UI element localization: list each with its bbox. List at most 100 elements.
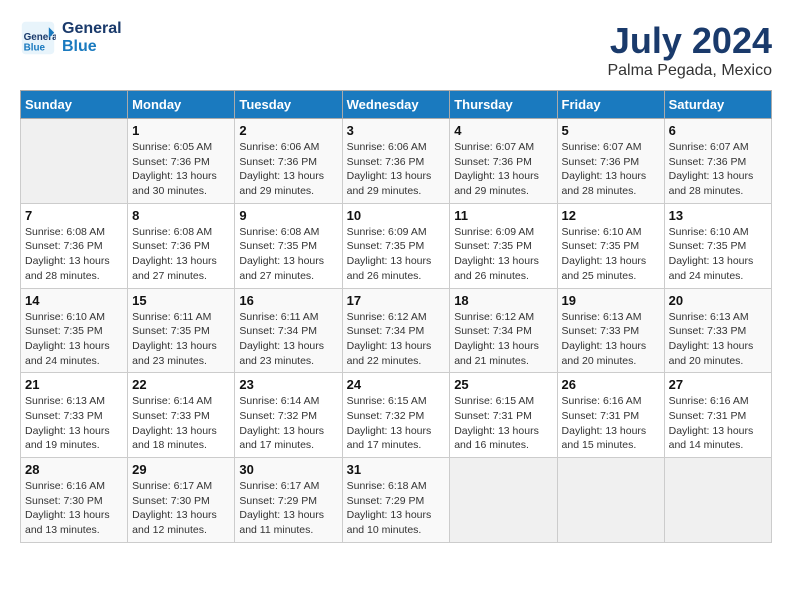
calendar-table: SundayMondayTuesdayWednesdayThursdayFrid… [20,90,772,543]
calendar-cell: 31Sunrise: 6:18 AM Sunset: 7:29 PM Dayli… [342,458,450,543]
day-number: 26 [562,377,660,392]
day-info: Sunrise: 6:15 AM Sunset: 7:31 PM Dayligh… [454,394,552,453]
calendar-cell: 1 Sunrise: 6:05 AM Sunset: 7:36 PM Daylig… [128,119,235,204]
calendar-cell: 10Sunrise: 6:09 AM Sunset: 7:35 PM Dayli… [342,203,450,288]
day-info: Sunrise: 6:12 AM Sunset: 7:34 PM Dayligh… [347,310,446,369]
day-info: Sunrise: 6:06 AM Sunset: 7:36 PM Dayligh… [239,140,337,199]
calendar-cell: 16Sunrise: 6:11 AM Sunset: 7:34 PM Dayli… [235,288,342,373]
day-info: Sunrise: 6:07 AM Sunset: 7:36 PM Dayligh… [454,140,552,199]
day-info: Sunrise: 6:16 AM Sunset: 7:31 PM Dayligh… [562,394,660,453]
day-number: 12 [562,208,660,223]
logo-icon: General Blue [20,20,56,56]
day-number: 8 [132,208,230,223]
day-number: 27 [669,377,767,392]
day-info: Sunrise: 6:08 AM Sunset: 7:36 PM Dayligh… [132,225,230,284]
day-number: 19 [562,293,660,308]
calendar-week-row: 7 Sunrise: 6:08 AM Sunset: 7:36 PM Daylig… [21,203,772,288]
day-number: 15 [132,293,230,308]
subtitle: Palma Pegada, Mexico [607,62,772,80]
day-number: 20 [669,293,767,308]
weekday-header-saturday: Saturday [664,91,771,119]
day-info: Sunrise: 6:05 AM Sunset: 7:36 PM Dayligh… [132,140,230,199]
day-info: Sunrise: 6:13 AM Sunset: 7:33 PM Dayligh… [669,310,767,369]
calendar-cell: 9Sunrise: 6:08 AM Sunset: 7:35 PM Daylig… [235,203,342,288]
day-number: 11 [454,208,552,223]
calendar-cell [21,119,128,204]
calendar-cell: 30 Sunrise: 6:17 AM Sunset: 7:29 PM Dayli… [235,458,342,543]
day-number: 25 [454,377,552,392]
day-info: Sunrise: 6:08 AM Sunset: 7:36 PM Dayligh… [25,225,123,284]
calendar-cell [664,458,771,543]
day-number: 6 [669,123,767,138]
calendar-week-row: 21Sunrise: 6:13 AM Sunset: 7:33 PM Dayli… [21,373,772,458]
calendar-cell: 7 Sunrise: 6:08 AM Sunset: 7:36 PM Daylig… [21,203,128,288]
logo: General Blue General Blue [20,20,122,56]
day-info: Sunrise: 6:15 AM Sunset: 7:32 PM Dayligh… [347,394,446,453]
weekday-header-monday: Monday [128,91,235,119]
day-info: Sunrise: 6:10 AM Sunset: 7:35 PM Dayligh… [562,225,660,284]
day-info: Sunrise: 6:17 AM Sunset: 7:30 PM Dayligh… [132,479,230,538]
calendar-cell: 24Sunrise: 6:15 AM Sunset: 7:32 PM Dayli… [342,373,450,458]
day-info: Sunrise: 6:11 AM Sunset: 7:35 PM Dayligh… [132,310,230,369]
logo-text: General Blue [62,20,122,55]
day-number: 5 [562,123,660,138]
day-number: 2 [239,123,337,138]
calendar-cell: 12 Sunrise: 6:10 AM Sunset: 7:35 PM Dayli… [557,203,664,288]
day-number: 29 [132,462,230,477]
calendar-cell: 3 Sunrise: 6:06 AM Sunset: 7:36 PM Daylig… [342,119,450,204]
title-block: July 2024 Palma Pegada, Mexico [607,20,772,80]
weekday-header-tuesday: Tuesday [235,91,342,119]
day-number: 7 [25,208,123,223]
weekday-header-sunday: Sunday [21,91,128,119]
day-number: 4 [454,123,552,138]
weekday-header-wednesday: Wednesday [342,91,450,119]
calendar-cell: 2 Sunrise: 6:06 AM Sunset: 7:36 PM Daylig… [235,119,342,204]
main-title: July 2024 [607,20,772,62]
calendar-cell: 13Sunrise: 6:10 AM Sunset: 7:35 PM Dayli… [664,203,771,288]
day-info: Sunrise: 6:06 AM Sunset: 7:36 PM Dayligh… [347,140,446,199]
svg-text:Blue: Blue [24,43,46,54]
day-info: Sunrise: 6:12 AM Sunset: 7:34 PM Dayligh… [454,310,552,369]
day-info: Sunrise: 6:07 AM Sunset: 7:36 PM Dayligh… [562,140,660,199]
day-info: Sunrise: 6:16 AM Sunset: 7:31 PM Dayligh… [669,394,767,453]
calendar-cell: 20 Sunrise: 6:13 AM Sunset: 7:33 PM Dayli… [664,288,771,373]
calendar-cell: 27 Sunrise: 6:16 AM Sunset: 7:31 PM Dayli… [664,373,771,458]
day-number: 3 [347,123,446,138]
calendar-cell: 5 Sunrise: 6:07 AM Sunset: 7:36 PM Daylig… [557,119,664,204]
day-info: Sunrise: 6:11 AM Sunset: 7:34 PM Dayligh… [239,310,337,369]
calendar-cell: 23 Sunrise: 6:14 AM Sunset: 7:32 PM Dayli… [235,373,342,458]
day-info: Sunrise: 6:16 AM Sunset: 7:30 PM Dayligh… [25,479,123,538]
weekday-header-thursday: Thursday [450,91,557,119]
day-number: 22 [132,377,230,392]
logo-line1: General [62,20,122,38]
calendar-cell [557,458,664,543]
calendar-week-row: 14Sunrise: 6:10 AM Sunset: 7:35 PM Dayli… [21,288,772,373]
day-number: 14 [25,293,123,308]
day-number: 23 [239,377,337,392]
day-info: Sunrise: 6:14 AM Sunset: 7:32 PM Dayligh… [239,394,337,453]
day-info: Sunrise: 6:08 AM Sunset: 7:35 PM Dayligh… [239,225,337,284]
calendar-cell: 19Sunrise: 6:13 AM Sunset: 7:33 PM Dayli… [557,288,664,373]
calendar-cell: 8 Sunrise: 6:08 AM Sunset: 7:36 PM Daylig… [128,203,235,288]
day-number: 10 [347,208,446,223]
day-info: Sunrise: 6:09 AM Sunset: 7:35 PM Dayligh… [454,225,552,284]
day-number: 1 [132,123,230,138]
calendar-cell: 22Sunrise: 6:14 AM Sunset: 7:33 PM Dayli… [128,373,235,458]
calendar-cell: 17 Sunrise: 6:12 AM Sunset: 7:34 PM Dayli… [342,288,450,373]
calendar-cell: 25 Sunrise: 6:15 AM Sunset: 7:31 PM Dayli… [450,373,557,458]
day-info: Sunrise: 6:07 AM Sunset: 7:36 PM Dayligh… [669,140,767,199]
calendar-cell: 6 Sunrise: 6:07 AM Sunset: 7:36 PM Daylig… [664,119,771,204]
calendar-cell [450,458,557,543]
day-number: 17 [347,293,446,308]
calendar-week-row: 28 Sunrise: 6:16 AM Sunset: 7:30 PM Dayli… [21,458,772,543]
calendar-cell: 15 Sunrise: 6:11 AM Sunset: 7:35 PM Dayli… [128,288,235,373]
day-number: 28 [25,462,123,477]
day-info: Sunrise: 6:17 AM Sunset: 7:29 PM Dayligh… [239,479,337,538]
calendar-cell: 26 Sunrise: 6:16 AM Sunset: 7:31 PM Dayli… [557,373,664,458]
day-number: 30 [239,462,337,477]
day-info: Sunrise: 6:13 AM Sunset: 7:33 PM Dayligh… [25,394,123,453]
page-header: General Blue General Blue July 2024 Palm… [20,20,772,80]
calendar-cell: 4 Sunrise: 6:07 AM Sunset: 7:36 PM Daylig… [450,119,557,204]
weekday-header-friday: Friday [557,91,664,119]
day-number: 18 [454,293,552,308]
